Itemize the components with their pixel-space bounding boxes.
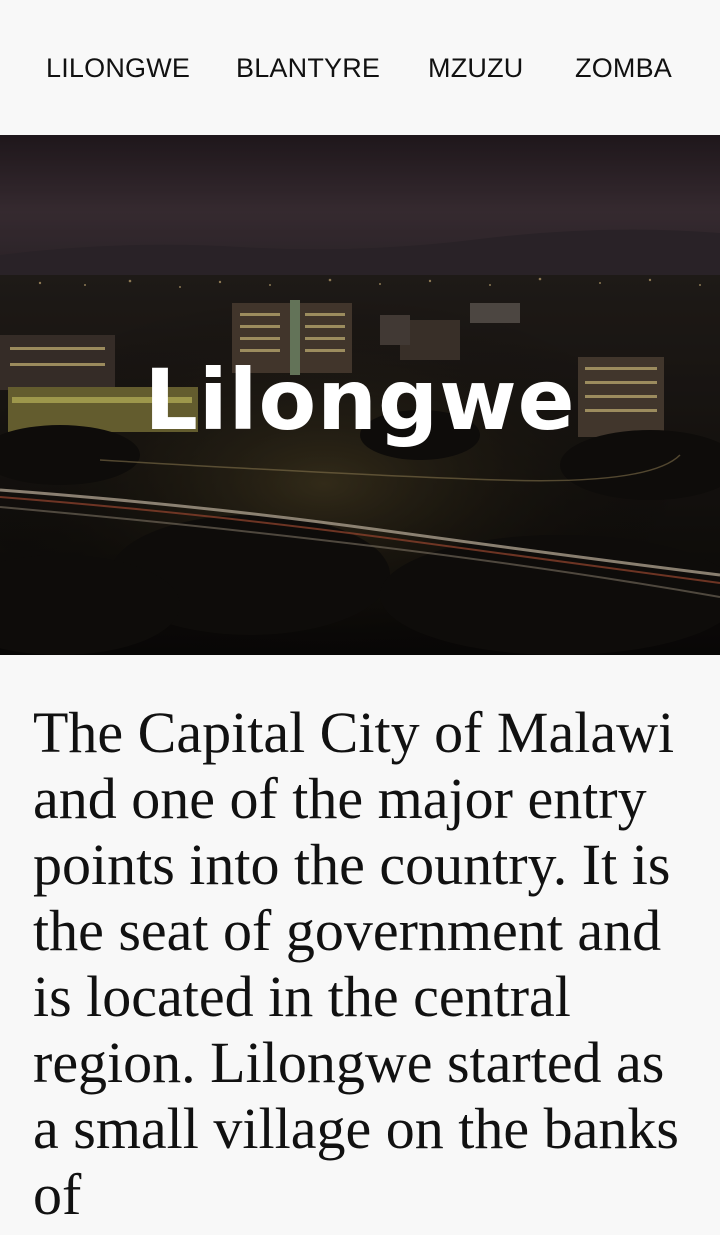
nav-link-blantyre[interactable]: BLANTYRE [236, 52, 380, 84]
hero-banner: Lilongwe [0, 135, 720, 655]
city-description: The Capital City of Malawi and one of th… [33, 700, 679, 1227]
hero-title: Lilongwe [144, 351, 576, 449]
nav-link-zomba[interactable]: ZOMBA [575, 52, 672, 84]
top-navigation: LILONGWE BLANTYRE MZUZU ZOMBA [0, 0, 720, 135]
nav-link-mzuzu[interactable]: MZUZU [428, 52, 523, 84]
nav-link-lilongwe[interactable]: LILONGWE [46, 52, 190, 84]
